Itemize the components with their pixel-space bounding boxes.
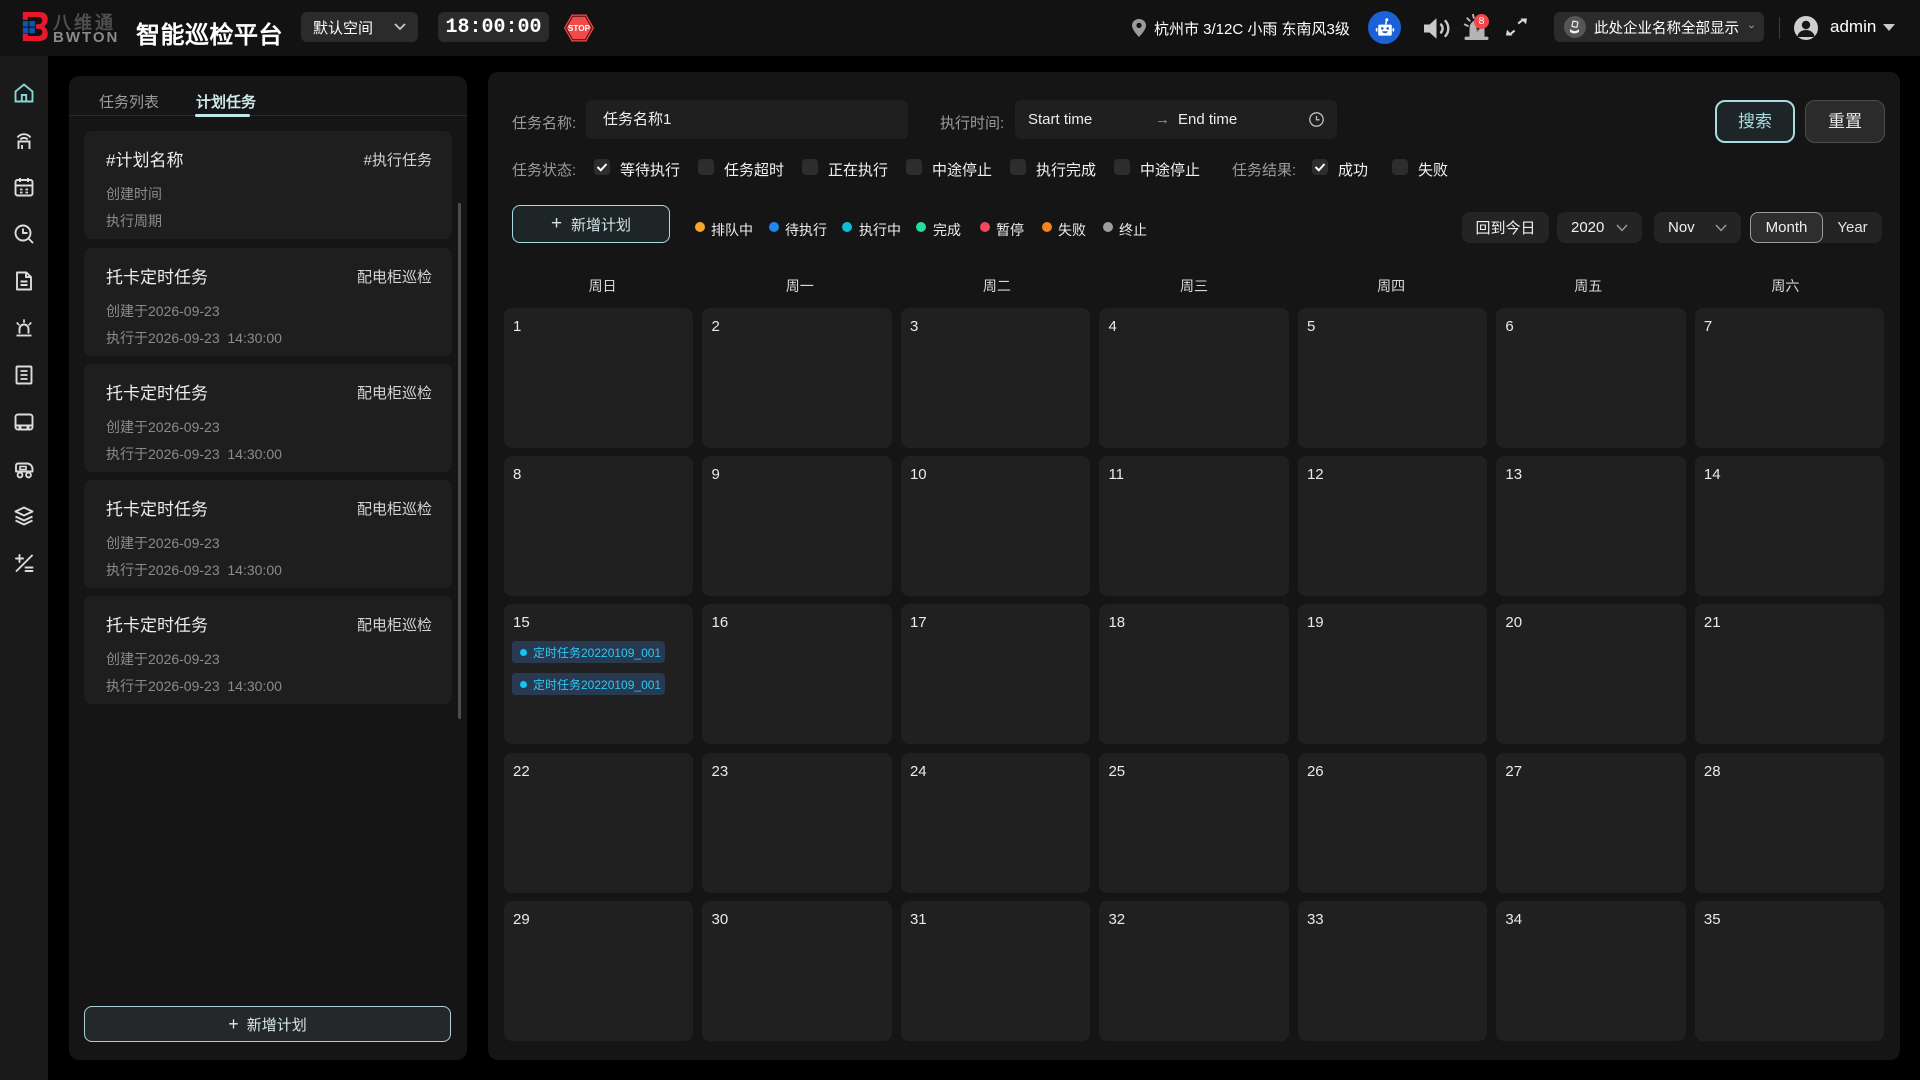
svg-text:STOP: STOP xyxy=(568,24,591,33)
